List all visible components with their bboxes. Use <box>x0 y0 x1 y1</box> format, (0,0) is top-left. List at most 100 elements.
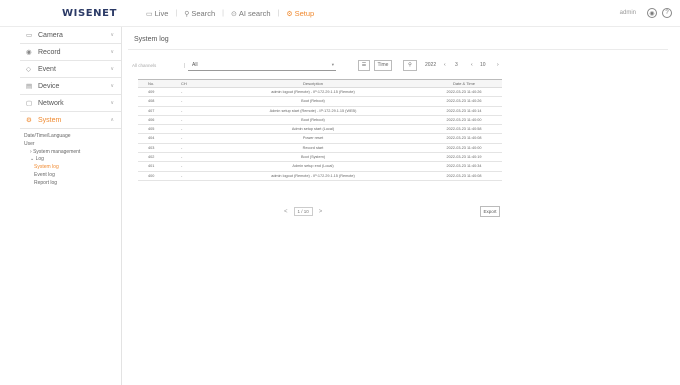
submenu-log-label: Log <box>35 156 44 163</box>
cell-no: 406 <box>148 117 155 122</box>
user-icon[interactable]: ◉ <box>647 8 657 18</box>
nav-live-label: Live <box>154 9 169 18</box>
cell-ch: - <box>181 127 183 132</box>
cell-description: Admin setup start (Local) <box>291 127 335 132</box>
cell-description: Boot (System) <box>300 155 326 160</box>
cell-date: 2022-03-23 11:40:26 <box>446 90 482 94</box>
table-row[interactable]: 408 - Boot (Reboot) 2022-03-23 11:40:26 <box>138 97 502 107</box>
cell-no: 408 <box>148 99 155 104</box>
wisenet-logo: WISENET <box>62 8 118 19</box>
month-value[interactable]: 3 <box>455 62 458 68</box>
cell-no: 401 <box>148 164 155 169</box>
cell-date: 2022-03-23 11:40:00 <box>446 145 482 150</box>
cell-ch: - <box>181 117 183 122</box>
user-name[interactable]: admin <box>620 10 636 16</box>
next-arrow-icon[interactable]: › <box>497 62 499 68</box>
page-title: System log <box>134 36 169 43</box>
network-icon: ▢ <box>26 100 33 107</box>
table-row[interactable]: 405 - Admin setup start (Local) 2022-03-… <box>138 125 502 135</box>
cell-ch: - <box>181 90 183 94</box>
pagination: < 1 / 10 > <box>284 207 328 216</box>
submenu-system-management-label: System management <box>33 148 81 155</box>
cell-ch: - <box>181 173 183 178</box>
page-indicator[interactable]: 1 / 10 <box>293 207 313 216</box>
sidebar-item-device[interactable]: ▤ Device ∨ <box>20 78 121 95</box>
top-right-controls: admin ◉ ? <box>620 8 672 18</box>
title-divider <box>128 49 668 50</box>
cell-no: 400 <box>148 173 155 178</box>
nav-ai-search[interactable]: ⊙ AI search <box>231 9 271 18</box>
cell-date: 2022-03-23 11:40:14 <box>446 108 482 113</box>
table-row[interactable]: 409 - admin logout (Remote) - IP:172.29.… <box>138 88 502 98</box>
day-value[interactable]: 10 <box>480 62 486 68</box>
submenu-system-log[interactable]: System log <box>20 164 121 172</box>
cell-ch: - <box>181 145 183 150</box>
cell-ch: - <box>181 99 183 104</box>
cell-date: 2022-03-23 11:40:19 <box>446 155 482 160</box>
system-log-table: No. CH Description Date & Time 409 - adm… <box>138 79 502 181</box>
channel-filter-select[interactable]: All ▾ <box>188 60 336 71</box>
table-row[interactable]: 407 - Admin setup start (Remote) - IP:17… <box>138 107 502 116</box>
table-row[interactable]: 400 - admin logout (Remote) - IP:172.29.… <box>138 172 502 181</box>
chevron-down-icon: ∨ <box>110 100 114 106</box>
table-row[interactable]: 404 - Power reset 2022-03-23 11:40:08 <box>138 134 502 144</box>
cell-date: 2022-03-23 11:40:08 <box>446 173 482 178</box>
time-sort-button[interactable]: Time <box>374 60 392 71</box>
sidebar-item-system[interactable]: ⚙ System ∧ <box>20 112 121 129</box>
submenu-log[interactable]: ⌄ Log <box>20 156 121 164</box>
sidebar-item-label: System <box>38 116 62 124</box>
nav-ai-search-label: AI search <box>238 9 271 18</box>
event-icon: ◇ <box>26 66 31 73</box>
cell-date: 2022-03-23 11:40:08 <box>446 136 482 141</box>
gear-icon: ⚙ <box>286 10 293 18</box>
cell-date: 2022-03-23 11:40:26 <box>446 99 482 104</box>
next-page-icon[interactable]: > <box>319 209 323 215</box>
cell-ch: - <box>181 108 183 113</box>
top-bar: WISENET ▭ Live | ⚲ Search | ⊙ AI search … <box>0 0 680 27</box>
help-icon[interactable]: ? <box>662 8 672 18</box>
cell-description: Admin setup end (Local) <box>292 164 334 169</box>
system-submenu: Date/Time/Language User › System managem… <box>20 129 121 188</box>
nav-search[interactable]: ⚲ Search <box>184 9 215 18</box>
search-icon: ⚲ <box>184 10 190 18</box>
submenu-date-time[interactable]: Date/Time/Language <box>20 133 121 141</box>
sidebar-item-network[interactable]: ▢ Network ∨ <box>20 95 121 112</box>
table-row[interactable]: 402 - Boot (System) 2022-03-23 11:40:19 <box>138 153 502 163</box>
nav-divider: | <box>175 10 178 17</box>
table-row[interactable]: 403 - Record start 2022-03-23 11:40:00 <box>138 144 502 154</box>
year-value[interactable]: 2022 <box>425 62 436 68</box>
sidebar-item-label: Camera <box>38 31 63 39</box>
cell-description: admin logout (Remote) - IP:172.29.1.15 (… <box>271 173 355 178</box>
list-view-button[interactable]: ☰ <box>358 60 370 71</box>
top-navigation: ▭ Live | ⚲ Search | ⊙ AI search | ⚙ Setu… <box>146 9 321 18</box>
submenu-event-log[interactable]: Event log <box>20 172 121 180</box>
sidebar-item-event[interactable]: ◇ Event ∨ <box>20 61 121 78</box>
nav-setup[interactable]: ⚙ Setup <box>286 9 314 18</box>
chevron-down-icon: ∨ <box>110 83 114 89</box>
chevron-up-icon: ∧ <box>110 117 114 123</box>
sidebar-item-camera[interactable]: ▭ Camera ∨ <box>20 27 121 44</box>
search-button[interactable]: ⚲ <box>403 60 417 71</box>
cell-description: Boot (Reboot) <box>301 117 325 122</box>
prev-arrow-icon[interactable]: ‹ <box>444 62 446 68</box>
table-row[interactable]: 401 - Admin setup end (Local) 2022-03-23… <box>138 162 502 172</box>
cell-ch: - <box>181 136 183 141</box>
sidebar-item-label: Event <box>38 65 56 73</box>
submenu-user[interactable]: User <box>20 141 121 149</box>
cell-date: 2022-03-23 11:40:00 <box>446 117 482 122</box>
prev-page-icon[interactable]: < <box>284 209 288 215</box>
submenu-report-log[interactable]: Report log <box>20 180 121 188</box>
sidebar-item-record[interactable]: ◉ Record ∨ <box>20 44 121 61</box>
submenu-system-management[interactable]: › System management <box>20 149 121 157</box>
time-button-label: Time <box>377 62 389 68</box>
nav-live[interactable]: ▭ Live <box>146 9 168 18</box>
system-icon: ⚙ <box>26 117 32 124</box>
cell-description: Boot (Reboot) <box>301 99 325 104</box>
nav-search-label: Search <box>191 9 216 18</box>
list-icon: ☰ <box>361 62 367 68</box>
table-row[interactable]: 406 - Boot (Reboot) 2022-03-23 11:40:00 <box>138 116 502 126</box>
cell-date: 2022-03-23 11:40:34 <box>446 164 482 169</box>
cell-description: Admin setup start (Remote) - IP:172.29.1… <box>269 108 357 113</box>
prev-arrow-icon[interactable]: ‹ <box>471 62 473 68</box>
export-button[interactable]: Export <box>480 206 500 217</box>
